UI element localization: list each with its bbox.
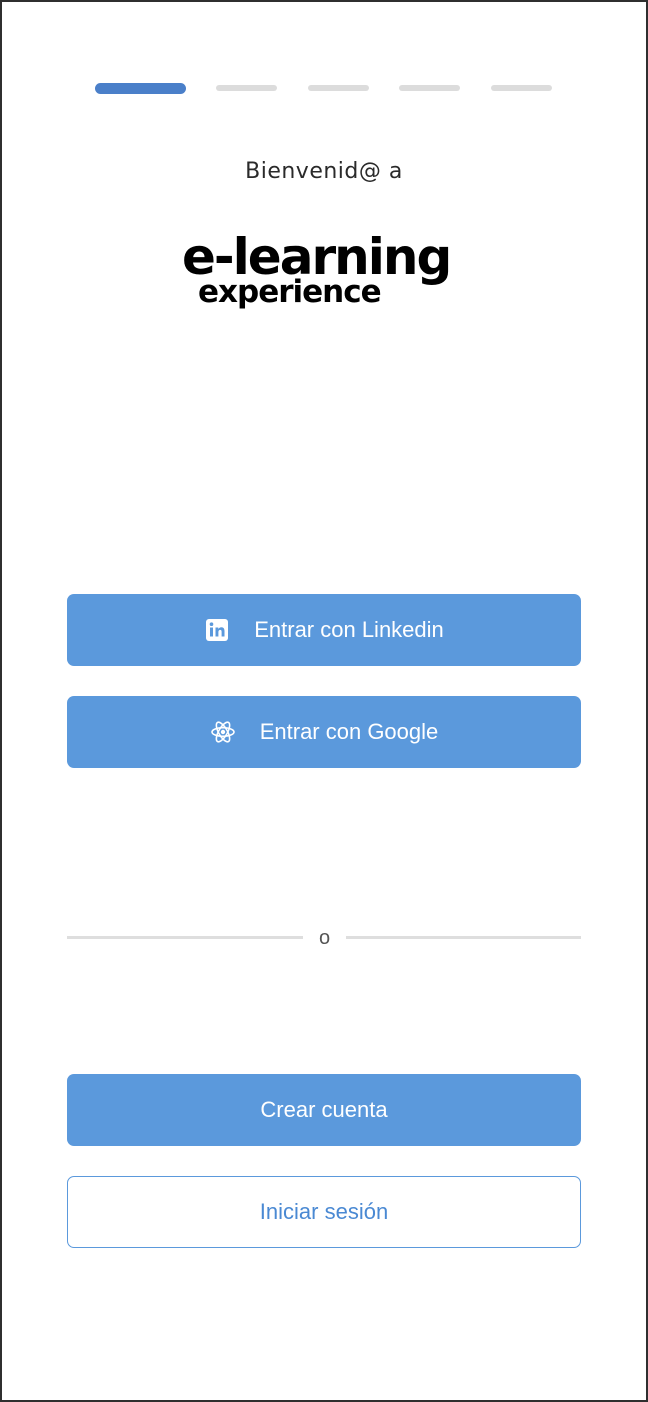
login-button[interactable]: Iniciar sesión — [67, 1176, 581, 1248]
create-account-button[interactable]: Crear cuenta — [67, 1074, 581, 1146]
progress-step-5 — [491, 85, 552, 91]
create-account-label: Crear cuenta — [260, 1097, 388, 1122]
or-divider: o — [67, 925, 581, 951]
divider-line-left — [67, 936, 303, 939]
progress-step-3 — [308, 85, 369, 91]
divider-line-right — [346, 936, 581, 939]
onboarding-screen: Bienvenid@ a e-learning experience Entra… — [0, 0, 648, 1402]
welcome-text: Bienvenid@ a — [245, 159, 403, 184]
logo-line2: experience — [198, 274, 381, 310]
google-login-label: Entrar con Google — [259, 719, 439, 744]
progress-step-4 — [399, 85, 460, 91]
linkedin-login-button[interactable]: Entrar con Linkedin — [67, 594, 581, 666]
progress-step-1 — [95, 83, 186, 94]
login-label: Iniciar sesión — [259, 1199, 389, 1224]
atom-icon — [210, 719, 236, 745]
divider-text: o — [318, 927, 331, 949]
linkedin-login-label: Entrar con Linkedin — [254, 617, 444, 642]
google-login-button[interactable]: Entrar con Google — [67, 696, 581, 768]
app-logo: e-learning experience — [182, 228, 452, 310]
linkedin-icon — [204, 617, 230, 643]
onboarding-progress — [2, 83, 646, 95]
progress-step-2 — [216, 85, 277, 91]
